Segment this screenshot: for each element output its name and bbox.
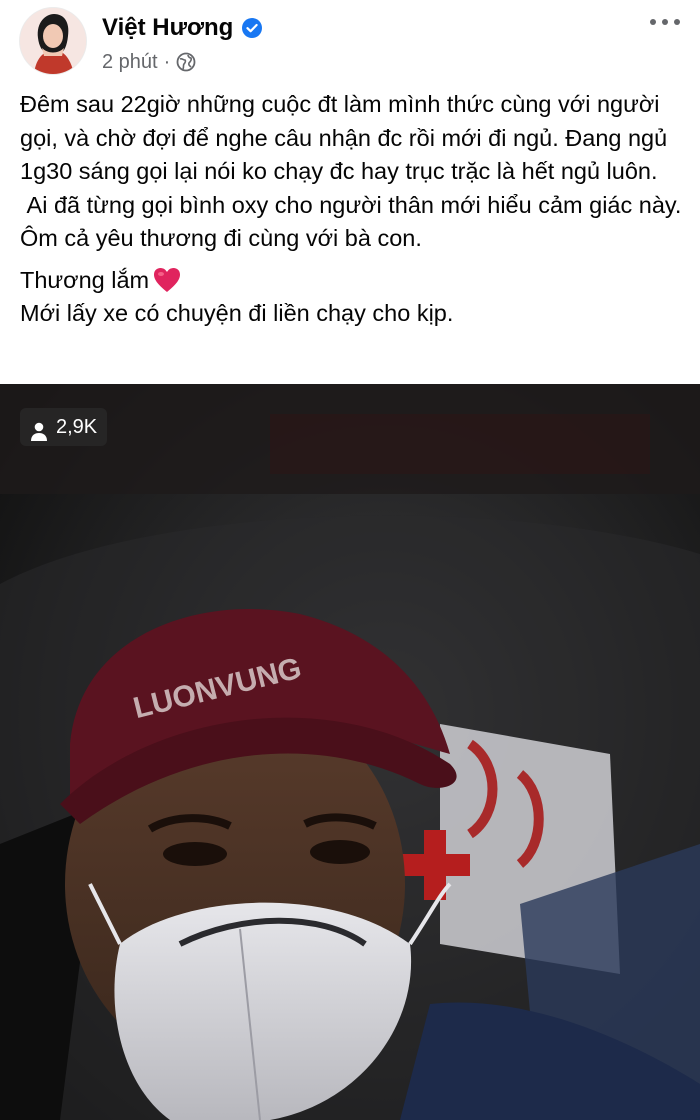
more-dot — [662, 19, 668, 25]
author-avatar[interactable] — [20, 8, 86, 74]
post-paragraph-2: Ai đã từng gọi bình oxy cho người thân m… — [20, 191, 688, 252]
post-body: Đêm sau 22giờ những cuộc đt làm mình thứ… — [20, 88, 688, 331]
post-header: Việt Hương 2 phút · — [0, 0, 700, 85]
post-video[interactable]: LUONVUNG 2,9K — [0, 384, 700, 1120]
post-meta: 2 phút · — [102, 50, 196, 74]
meta-separator: · — [163, 51, 171, 73]
verified-badge-icon — [241, 17, 263, 39]
red-heart-emoji — [153, 267, 181, 293]
post-paragraph-1: Đêm sau 22giờ những cuộc đt làm mình thứ… — [20, 91, 674, 184]
post-line-3: Thương lắm — [20, 264, 688, 298]
author-name-text[interactable]: Việt Hương — [102, 14, 233, 42]
post-line-4: Mới lấy xe có chuyện đi liền chạy cho kị… — [20, 300, 454, 326]
more-dot — [674, 19, 680, 25]
more-options-icon[interactable] — [650, 10, 680, 34]
video-frame: LUONVUNG — [0, 384, 700, 1120]
more-dot — [650, 19, 656, 25]
globe-icon[interactable] — [176, 52, 196, 72]
author-name[interactable]: Việt Hương — [102, 14, 263, 42]
view-count: 2,9K — [56, 416, 98, 438]
view-count-badge: 2,9K — [20, 408, 108, 446]
person-icon — [30, 417, 48, 441]
post-line-3-text: Thương lắm — [20, 266, 150, 293]
post-timestamp[interactable]: 2 phút — [102, 50, 158, 74]
